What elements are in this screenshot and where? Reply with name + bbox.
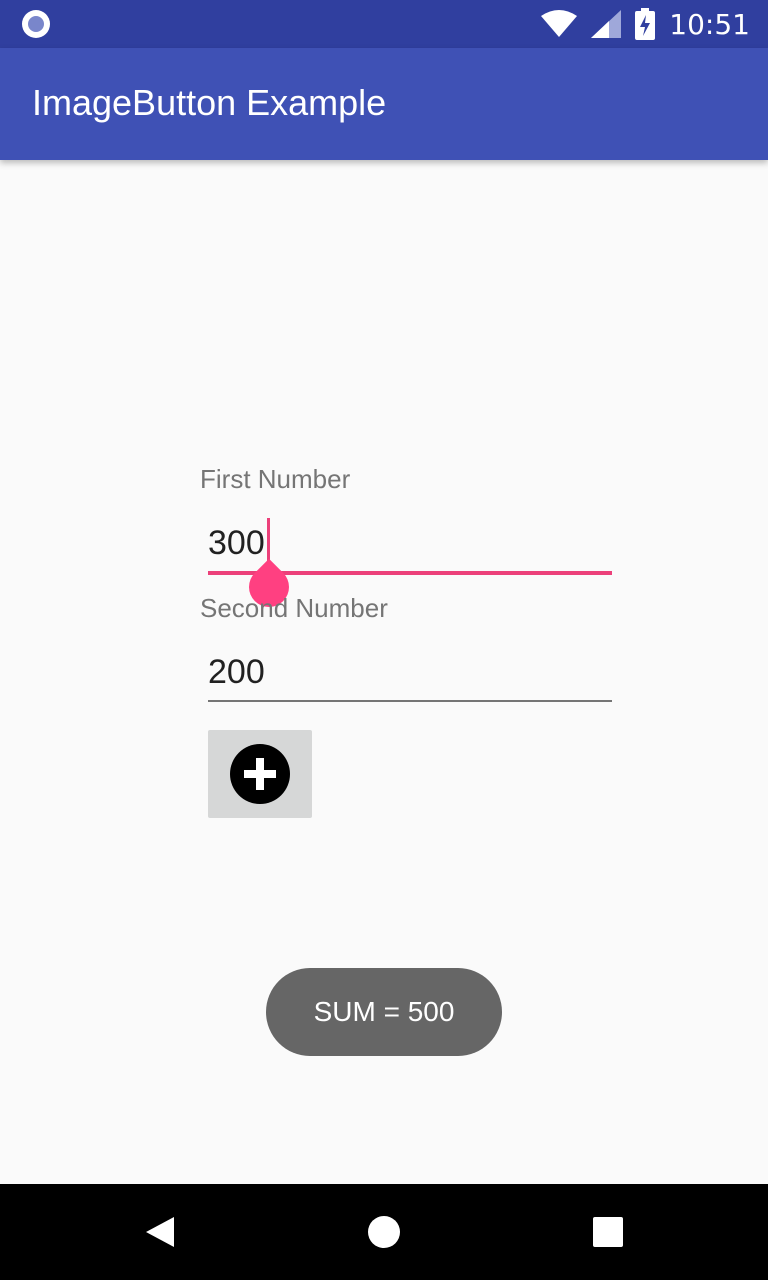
recents-icon (593, 1217, 623, 1247)
wifi-icon (541, 10, 578, 37)
status-icons: 10:51 (541, 0, 750, 48)
first-number-value[interactable]: 300 (208, 524, 265, 563)
second-number-underline (208, 700, 612, 702)
navigation-bar (0, 1184, 768, 1280)
back-button[interactable] (130, 1202, 190, 1262)
second-number-value[interactable]: 200 (208, 653, 265, 692)
toast-text: SUM = 500 (313, 996, 455, 1027)
add-image-button[interactable] (208, 730, 312, 818)
battery-charging-icon (635, 8, 656, 40)
app-title: ImageButton Example (32, 82, 387, 123)
status-time: 10:51 (669, 7, 750, 41)
status-bar: 10:51 (0, 0, 768, 48)
recents-button[interactable] (578, 1202, 638, 1262)
signal-icon (591, 10, 622, 38)
app-bar: ImageButton Example (0, 48, 768, 160)
home-button[interactable] (354, 1202, 414, 1262)
home-icon (368, 1216, 400, 1248)
notification-icon (22, 10, 50, 38)
second-number-label: Second Number (200, 593, 388, 623)
add-circle-icon (230, 744, 290, 804)
back-icon (146, 1217, 174, 1247)
sum-toast: SUM = 500 (266, 968, 502, 1056)
first-number-label: First Number (200, 464, 351, 494)
